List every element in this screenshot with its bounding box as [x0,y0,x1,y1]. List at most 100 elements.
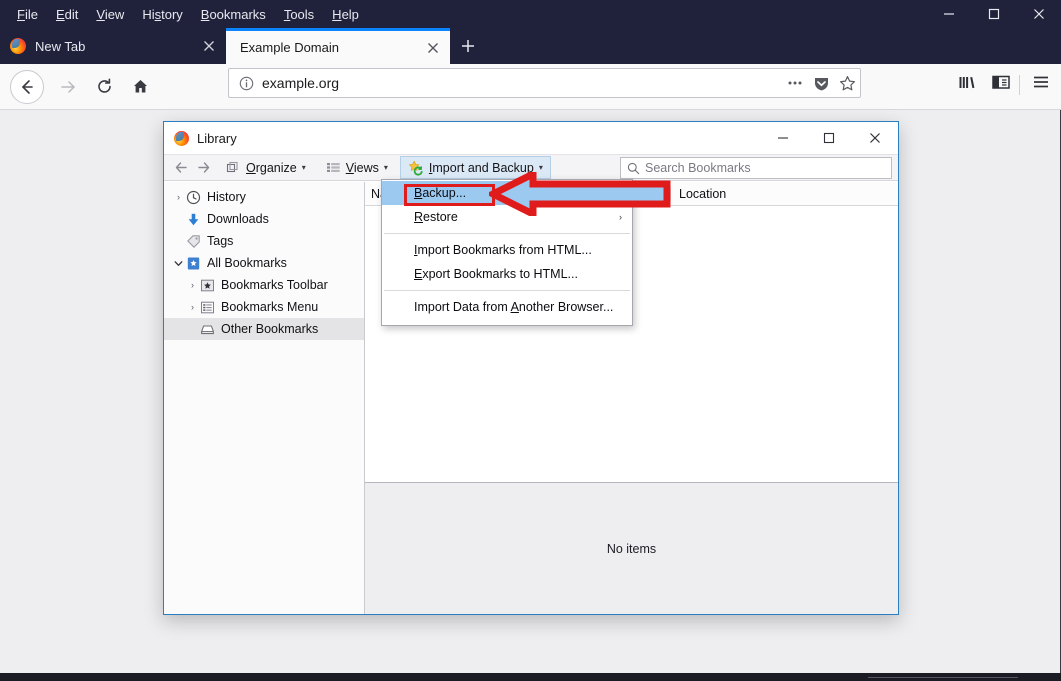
library-close-button[interactable] [852,122,898,153]
chevron-down-icon: ▾ [383,163,388,172]
browser-close-button[interactable] [1016,0,1061,28]
chevron-right-icon[interactable]: › [172,192,185,202]
browser-maximize-button[interactable] [971,0,1016,28]
menu-item-backup[interactable]: Backup... [382,181,632,205]
menu-item-label: Export Bookmarks to HTML... [414,267,578,281]
views-button[interactable]: Views ▾ [318,156,396,179]
search-bookmarks-input[interactable]: Search Bookmarks [620,157,892,179]
close-icon[interactable] [420,35,446,61]
bookmarks-book-icon [185,255,201,271]
library-minimize-button[interactable] [760,122,806,153]
chevron-right-icon[interactable]: › [186,302,199,312]
organize-icon [226,160,241,175]
library-sidebar-tree: › History Downloads Tags All Bookmarks ›… [164,182,365,614]
library-forward-button[interactable] [192,157,214,179]
sidebar-item-history[interactable]: › History [164,186,364,208]
menu-item-label: Restore [414,210,458,224]
close-icon[interactable] [196,33,222,59]
sidebar-item-label: Bookmarks Menu [221,300,319,314]
library-back-button[interactable] [170,157,192,179]
firefox-icon [174,130,189,146]
reload-icon[interactable] [86,69,122,105]
menu-folder-icon [199,299,215,315]
menu-separator [384,233,630,234]
column-header-location[interactable]: Location [671,187,898,201]
star-icon[interactable] [834,70,860,96]
detail-pane-empty-text: No items [606,541,657,556]
chevron-right-icon: › [619,212,622,222]
tab-example-domain[interactable]: Example Domain [226,28,450,64]
import-and-backup-button[interactable]: Import and Backup ▾ [399,156,551,179]
download-arrow-icon [185,211,201,227]
sidebar-item-all-bookmarks[interactable]: All Bookmarks [164,252,364,274]
tab-label: New Tab [35,38,86,54]
star-sync-icon [408,160,424,176]
sidebar-item-other-bookmarks[interactable]: Other Bookmarks [164,318,364,340]
menu-bar: File Edit View History Bookmarks Tools H… [0,0,1061,28]
menu-item-export-bookmarks-to-html[interactable]: Export Bookmarks to HTML... [382,262,632,286]
library-window-controls [760,122,898,153]
tab-new-tab[interactable]: New Tab [0,28,226,64]
tray-folder-icon [199,321,215,337]
sidebar-item-label: All Bookmarks [207,256,287,270]
sidebar-item-label: Bookmarks Toolbar [221,278,328,292]
forward-arrow-icon[interactable] [50,69,86,105]
taskbar-highlight [868,677,1018,678]
sidebar-item-bookmarks-toolbar[interactable]: › Bookmarks Toolbar [164,274,364,296]
hamburger-menu-icon[interactable] [1031,72,1051,92]
library-icon[interactable] [957,72,977,92]
menu-item-help[interactable]: Help [323,4,368,25]
menu-item-history[interactable]: History [133,4,191,25]
menu-bottom-padding [382,319,632,324]
sidebar-item-bookmarks-menu[interactable]: › Bookmarks Menu [164,296,364,318]
menu-item-label: Import Data from Another Browser... [414,300,614,314]
menu-item-tools[interactable]: Tools [275,4,323,25]
organize-button[interactable]: Organize ▾ [218,156,314,179]
import-and-backup-label: Import and Backup [428,160,534,175]
chevron-down-icon: ▾ [301,163,306,172]
organize-label: Organize [246,160,297,175]
chevron-right-icon[interactable]: › [186,280,199,290]
search-icon [627,162,640,175]
menu-item-file[interactable]: File [8,4,47,25]
views-label: Views [345,160,379,175]
back-arrow-icon[interactable] [10,69,44,104]
firefox-icon [10,38,26,54]
menu-item-bookmarks[interactable]: Bookmarks [192,4,275,25]
sidebar-icon[interactable] [991,72,1011,92]
sidebar-item-label: Tags [207,234,234,248]
browser-window-controls [926,0,1061,28]
menu-item-label: Import Bookmarks from HTML... [414,243,592,257]
tab-label: Example Domain [240,40,339,55]
new-tab-button[interactable] [452,28,484,64]
tab-strip: New Tab Example Domain [0,28,1061,64]
library-maximize-button[interactable] [806,122,852,153]
detail-pane: No items [365,483,898,614]
pocket-shield-icon[interactable] [808,70,834,96]
chevron-down-icon[interactable] [172,259,185,268]
tag-icon [185,233,201,249]
url-bar[interactable]: example.org [228,68,861,98]
browser-minimize-button[interactable] [926,0,971,28]
home-icon[interactable] [122,69,158,105]
star-folder-icon [199,277,215,293]
sidebar-item-tags[interactable]: Tags [164,230,364,252]
import-and-backup-dropdown-menu: Backup... Restore › Import Bookmarks fro… [381,179,633,326]
url-text: example.org [262,75,340,91]
menu-item-label: Backup... [414,186,467,200]
library-toolbar: Organize ▾ Views ▾ Import and Backup ▾ S… [164,154,898,181]
toolbar-divider [1019,75,1020,95]
sidebar-item-label: History [207,190,246,204]
sidebar-item-label: Downloads [207,212,269,226]
menu-item-view[interactable]: View [87,4,133,25]
chevron-down-icon: ▾ [538,163,543,172]
ellipsis-icon[interactable] [782,70,808,96]
sidebar-item-label: Other Bookmarks [221,322,319,336]
menu-item-import-data-from-another-browser[interactable]: Import Data from Another Browser... [382,295,632,319]
clock-icon [185,189,201,205]
menu-item-import-bookmarks-from-html[interactable]: Import Bookmarks from HTML... [382,238,632,262]
sidebar-item-downloads[interactable]: Downloads [164,208,364,230]
info-icon[interactable] [239,76,254,91]
menu-item-restore[interactable]: Restore › [382,205,632,229]
menu-item-edit[interactable]: Edit [47,4,87,25]
